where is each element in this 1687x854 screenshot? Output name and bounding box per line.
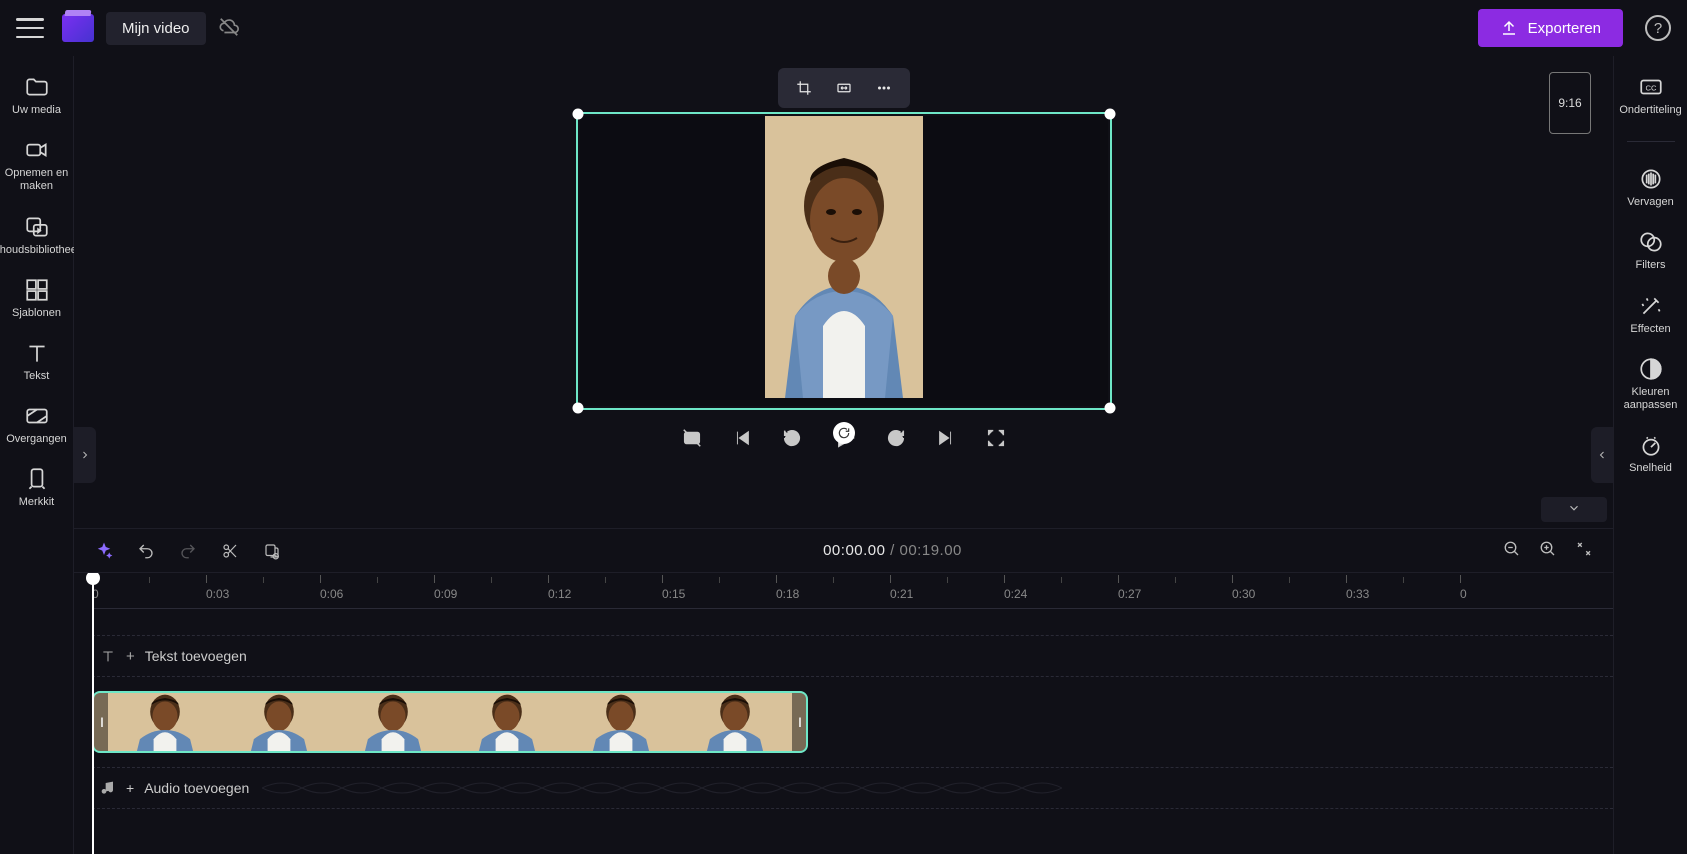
ruler-tick: 0:15 [662,573,685,601]
app-logo-icon [62,14,94,42]
rewind-5-icon[interactable]: 5 [781,427,803,449]
ruler-tick: 0 [1460,573,1467,601]
sidebar-item-filters[interactable]: Filters [1619,229,1683,272]
redo-icon[interactable] [178,541,198,561]
add-text-track[interactable]: + Tekst toevoegen [92,635,1613,677]
sidebar-label: Merkkit [19,496,54,509]
sidebar-item-library[interactable]: Inhoudsbibliotheek [5,214,69,257]
ruler-tick: 0:30 [1232,573,1255,601]
timeline[interactable]: 0 0:03 0:06 0:09 0:12 0:15 0:18 0:21 0:24 0:27 0:3… [74,572,1613,854]
sidebar-label: Filters [1636,259,1666,272]
sidebar-item-speed[interactable]: Snelheid [1619,432,1683,475]
video-clip[interactable]: || [92,691,808,753]
left-sidebar: Uw media Opnemen en maken Inhoudsbibliot… [0,56,74,854]
zoom-out-icon[interactable] [1503,540,1521,561]
sidebar-label: Tekst [24,370,50,383]
ruler-tick: 0:12 [548,573,571,601]
skip-amount: 5 [789,434,793,443]
fit-icon[interactable] [828,76,860,100]
add-audio-label: Audio toevoegen [144,780,249,796]
right-sidebar: CC Ondertiteling Vervagen Filters Effect… [1613,56,1687,854]
split-icon[interactable] [220,541,240,561]
clip-thumbnail [108,693,222,751]
sidebar-item-blur[interactable]: Vervagen [1619,166,1683,209]
clip-thumbnail [678,693,792,751]
sidebar-item-record[interactable]: Opnemen en maken [5,137,69,193]
export-label: Exporteren [1528,20,1601,37]
sidebar-label: Opnemen en maken [5,167,69,193]
preview-canvas[interactable] [580,116,1108,406]
ruler-tick: 0:09 [434,573,457,601]
sidebar-label: Snelheid [1629,462,1672,475]
sidebar-item-media[interactable]: Uw media [5,74,69,117]
export-button[interactable]: Exporteren [1478,9,1623,47]
sidebar-label: Vervagen [1627,196,1673,209]
skip-end-icon[interactable] [935,427,957,449]
sidebar-label: Uw media [12,104,61,117]
clip-thumbnail [450,693,564,751]
skip-start-icon[interactable] [731,427,753,449]
crop-icon[interactable] [788,76,820,100]
clip-handle-right[interactable]: || [792,693,806,751]
waveform-bg [262,776,1062,800]
ruler-tick: 0:03 [206,573,229,601]
sidebar-item-effects[interactable]: Effecten [1619,293,1683,336]
add-text-label: Tekst toevoegen [145,648,247,664]
clip-thumbnail [564,693,678,751]
sidebar-item-subtitles[interactable]: CC Ondertiteling [1619,74,1683,117]
sidebar-label: Sjablonen [12,307,61,320]
aspect-ratio-button[interactable]: 9:16 [1549,72,1591,134]
timeline-ruler[interactable]: 0 0:03 0:06 0:09 0:12 0:15 0:18 0:21 0:24 0:27 0:3… [92,573,1613,609]
rotate-handle[interactable] [833,422,855,444]
ai-sparkle-icon[interactable] [94,541,114,561]
ruler-tick: 0:06 [320,573,343,601]
clip-handle-left[interactable]: || [94,693,108,751]
undo-icon[interactable] [136,541,156,561]
sidebar-label: Inhoudsbibliotheek [0,244,82,257]
sidebar-label: Effecten [1630,323,1670,336]
svg-text:CC: CC [1645,83,1656,92]
zoom-in-icon[interactable] [1539,540,1557,561]
duplicate-icon[interactable] [262,541,282,561]
plus-icon: + [126,780,134,796]
clip-thumbnail [336,693,450,751]
collapse-timeline-icon[interactable] [1541,497,1607,522]
sidebar-label: Overgangen [6,433,67,446]
preview-toolbar [778,68,910,108]
sidebar-label: Kleuren aanpassen [1619,386,1683,412]
ruler-tick: 0:24 [1004,573,1027,601]
ruler-tick: 0:27 [1118,573,1141,601]
sidebar-item-templates[interactable]: Sjablonen [5,277,69,320]
project-title[interactable]: Mijn video [106,12,206,45]
fullscreen-icon[interactable] [985,427,1007,449]
preview-area: 9:16 5 5 [74,56,1613,528]
timecode-display: 00:00.00 / 00:19.00 [304,542,1481,559]
ruler-tick: 0:33 [1346,573,1369,601]
clip-thumbnail [222,693,336,751]
ruler-tick: 0:18 [776,573,799,601]
preview-video-frame [765,116,923,398]
timeline-toolbar: 00:00.00 / 00:19.00 [74,528,1613,572]
more-icon[interactable] [868,76,900,100]
total-time: 00:19.00 [900,542,962,559]
add-audio-track[interactable]: + Audio toevoegen [92,767,1613,809]
playhead[interactable] [92,573,94,854]
preview-off-icon[interactable] [681,427,703,449]
sidebar-item-text[interactable]: Tekst [5,340,69,383]
skip-amount: 5 [893,434,897,443]
sidebar-label: Ondertiteling [1619,104,1681,117]
forward-5-icon[interactable]: 5 [885,427,907,449]
help-button[interactable]: ? [1645,15,1671,41]
cloud-sync-off-icon[interactable] [218,16,240,41]
zoom-fit-icon[interactable] [1575,540,1593,561]
sidebar-item-colors[interactable]: Kleuren aanpassen [1619,356,1683,412]
menu-button[interactable] [16,18,44,38]
sidebar-item-transitions[interactable]: Overgangen [5,403,69,446]
top-bar: Mijn video Exporteren ? [0,0,1687,56]
ruler-tick: 0:21 [890,573,913,601]
sidebar-item-brandkit[interactable]: Merkkit [5,466,69,509]
current-time: 00:00.00 [823,542,885,559]
plus-icon: + [126,648,135,665]
